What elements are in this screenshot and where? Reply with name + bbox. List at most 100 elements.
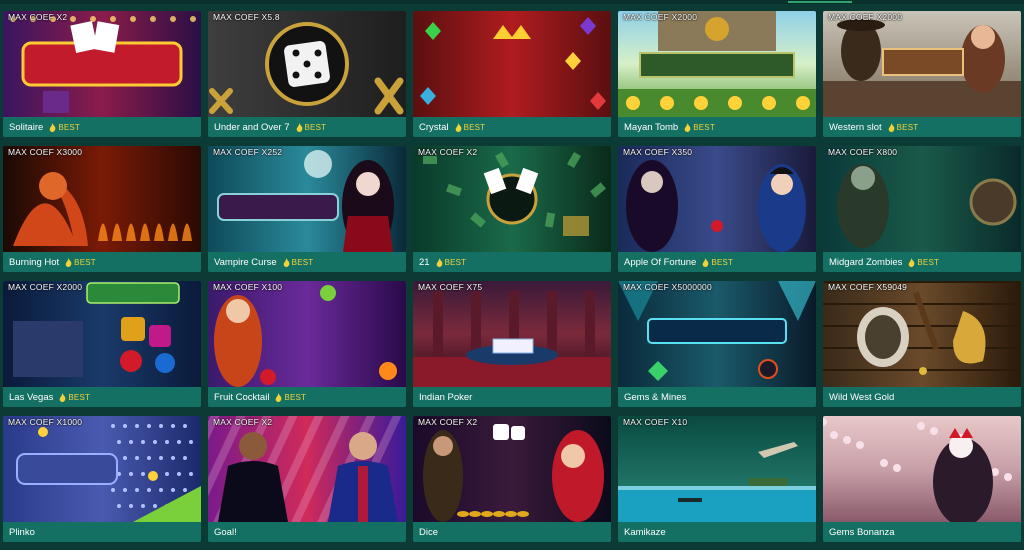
game-thumbnail[interactable] <box>823 281 1021 387</box>
game-title[interactable]: Solitaire <box>9 122 43 133</box>
game-thumbnail[interactable] <box>823 146 1021 252</box>
game-card[interactable]: MAX COEF X5000000 Gems & Mines <box>618 281 816 407</box>
game-caption[interactable]: Gems & Mines <box>618 387 816 407</box>
game-card[interactable]: MAX COEF X1000 Plinko <box>3 416 201 542</box>
game-caption[interactable]: Apple Of Fortune BEST <box>618 252 816 272</box>
game-thumbnail[interactable] <box>413 416 611 522</box>
game-title[interactable]: Vampire Curse <box>214 257 277 268</box>
game-title[interactable]: Kamikaze <box>624 527 666 538</box>
game-thumbnail[interactable] <box>208 11 406 117</box>
game-thumbnail[interactable] <box>618 11 816 117</box>
game-card[interactable]: MAX COEF X3000 Burning Hot BEST <box>3 146 201 272</box>
best-label: BEST <box>284 392 307 402</box>
best-badge: BEST <box>908 257 939 267</box>
game-title[interactable]: Gems Bonanza <box>829 527 894 538</box>
game-card[interactable]: MAX COEF X350 Apple Of Fortune BEST <box>618 146 816 272</box>
game-card[interactable]: Gems Bonanza <box>823 416 1021 542</box>
game-card[interactable]: MAX COEF X2 Solitaire BEST <box>3 11 201 137</box>
game-card[interactable]: MAX COEF X2000 Las Vegas BEST <box>3 281 201 407</box>
game-thumbnail[interactable] <box>413 146 611 252</box>
best-badge: BEST <box>59 392 90 402</box>
game-caption[interactable]: Crystal BEST <box>413 117 611 137</box>
game-title[interactable]: Midgard Zombies <box>829 257 902 268</box>
game-card[interactable]: MAX COEF X252 Vampire Curse BEST <box>208 146 406 272</box>
max-coef-label: MAX COEF X2000 <box>623 12 698 22</box>
game-caption[interactable]: Western slot BEST <box>823 117 1021 137</box>
game-card[interactable]: MAX COEF X10 Kamikaze <box>618 416 816 542</box>
game-title[interactable]: Under and Over 7 <box>214 122 290 133</box>
game-artwork <box>618 416 816 522</box>
game-title[interactable]: Las Vegas <box>9 392 53 403</box>
game-caption[interactable]: Fruit Cocktail BEST <box>208 387 406 407</box>
game-caption[interactable]: Dice <box>413 522 611 542</box>
game-caption[interactable]: Plinko <box>3 522 201 542</box>
game-caption[interactable]: Burning Hot BEST <box>3 252 201 272</box>
game-card[interactable]: MAX COEF X2 21 BEST <box>413 146 611 272</box>
max-coef-label: MAX COEF X1000 <box>8 417 83 427</box>
best-label: BEST <box>444 257 467 267</box>
game-caption[interactable]: Wild West Gold <box>823 387 1021 407</box>
game-title[interactable]: Plinko <box>9 527 35 538</box>
game-card[interactable]: Crystal BEST <box>413 11 611 137</box>
game-caption[interactable]: Vampire Curse BEST <box>208 252 406 272</box>
best-label: BEST <box>693 122 715 132</box>
game-title[interactable]: Gems & Mines <box>624 392 686 403</box>
game-caption[interactable]: Gems Bonanza <box>823 522 1021 542</box>
game-title[interactable]: Indian Poker <box>419 392 472 403</box>
game-title[interactable]: 21 <box>419 257 430 268</box>
game-title[interactable]: Crystal <box>419 122 449 133</box>
game-caption[interactable]: Under and Over 7 BEST <box>208 117 406 137</box>
game-artwork <box>413 146 611 252</box>
best-badge: BEST <box>684 122 715 132</box>
best-label: BEST <box>58 122 81 132</box>
flame-icon <box>436 257 442 267</box>
game-thumbnail[interactable] <box>823 416 1021 522</box>
max-coef-label: MAX COEF X2 <box>418 147 478 157</box>
game-caption[interactable]: Solitaire BEST <box>3 117 201 137</box>
best-badge: BEST <box>283 257 314 267</box>
game-thumbnail[interactable] <box>208 416 406 522</box>
game-artwork <box>3 146 201 252</box>
game-thumbnail[interactable] <box>413 11 611 117</box>
game-caption[interactable]: Las Vegas BEST <box>3 387 201 407</box>
game-title[interactable]: Apple Of Fortune <box>624 257 696 268</box>
game-title[interactable]: Wild West Gold <box>829 392 894 403</box>
game-thumbnail[interactable] <box>3 416 201 522</box>
game-card[interactable]: MAX COEF X2000 Western slot BEST <box>823 11 1021 137</box>
game-thumbnail[interactable] <box>3 11 201 117</box>
game-thumbnail[interactable] <box>3 281 201 387</box>
game-thumbnail[interactable] <box>208 281 406 387</box>
game-caption[interactable]: Midgard Zombies BEST <box>823 252 1021 272</box>
game-card[interactable]: MAX COEF X100 Fruit Cocktail BEST <box>208 281 406 407</box>
game-artwork <box>413 416 611 522</box>
game-card[interactable]: MAX COEF X2 Goal! <box>208 416 406 542</box>
flame-icon <box>296 122 302 132</box>
game-title[interactable]: Western slot <box>829 122 882 133</box>
game-card[interactable]: MAX COEF X75 Indian Poker <box>413 281 611 407</box>
game-card[interactable]: MAX COEF X800 Midgard Zombies BEST <box>823 146 1021 272</box>
game-caption[interactable]: 21 BEST <box>413 252 611 272</box>
game-title[interactable]: Fruit Cocktail <box>214 392 269 403</box>
game-card[interactable]: MAX COEF X5.8 Under and Over 7 BEST <box>208 11 406 137</box>
game-thumbnail[interactable] <box>3 146 201 252</box>
game-thumbnail[interactable] <box>208 146 406 252</box>
game-artwork <box>823 146 1021 252</box>
game-title[interactable]: Goal! <box>214 527 237 538</box>
game-thumbnail[interactable] <box>823 11 1021 117</box>
game-thumbnail[interactable] <box>618 146 816 252</box>
game-card[interactable]: MAX COEF X2000 Mayan Tomb BEST <box>618 11 816 137</box>
game-thumbnail[interactable] <box>618 281 816 387</box>
game-caption[interactable]: Indian Poker <box>413 387 611 407</box>
game-thumbnail[interactable] <box>618 416 816 522</box>
game-title[interactable]: Dice <box>419 527 438 538</box>
game-card[interactable]: MAX COEF X59049 Wild West Gold <box>823 281 1021 407</box>
game-caption[interactable]: Goal! <box>208 522 406 542</box>
game-title[interactable]: Mayan Tomb <box>624 122 678 133</box>
game-card[interactable]: MAX COEF X2 Dice <box>413 416 611 542</box>
active-tab-indicator <box>788 1 852 3</box>
game-caption[interactable]: Kamikaze <box>618 522 816 542</box>
game-thumbnail[interactable] <box>413 281 611 387</box>
max-coef-label: MAX COEF X3000 <box>8 147 83 157</box>
game-caption[interactable]: Mayan Tomb BEST <box>618 117 816 137</box>
game-title[interactable]: Burning Hot <box>9 257 59 268</box>
